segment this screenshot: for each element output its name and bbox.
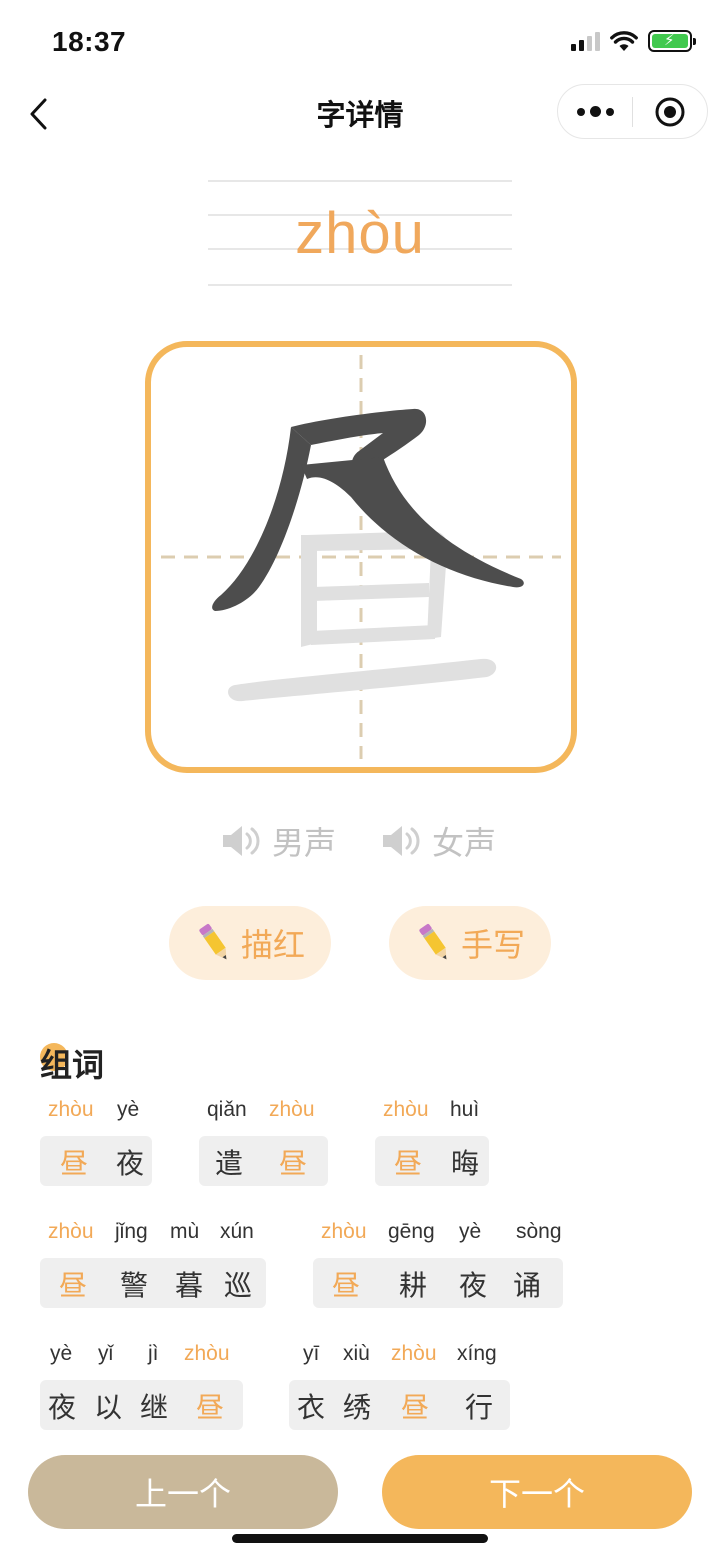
- word-pinyin: zhòu: [391, 1342, 437, 1365]
- word-pinyin: mù: [170, 1220, 200, 1243]
- word-character: 继: [140, 1391, 169, 1424]
- word-item[interactable]: zhòu huì 昼晦: [375, 1098, 489, 1188]
- word-item[interactable]: zhòu gēng yè sòng 昼 耕夜诵: [313, 1220, 563, 1310]
- status-time: 18:37: [52, 26, 127, 57]
- word-character: 昼: [401, 1391, 430, 1424]
- status-icons: ⚡: [571, 30, 696, 52]
- word-pinyin: yǐ: [98, 1342, 114, 1365]
- word-character: 昼: [279, 1147, 308, 1180]
- word-character: 行: [465, 1391, 494, 1424]
- trace-label: 描红: [240, 926, 305, 964]
- completed-strokes: [212, 408, 524, 611]
- word-character: 昼: [59, 1269, 88, 1302]
- word-character: 暮: [175, 1269, 204, 1302]
- close-button[interactable]: [633, 85, 707, 138]
- word-pinyin: huì: [450, 1098, 480, 1121]
- handwrite-button[interactable]: 手写: [389, 906, 551, 980]
- mini-program-capsule: [557, 84, 708, 139]
- word-character: 昼: [394, 1147, 423, 1180]
- character-strokes: [161, 355, 561, 759]
- female-voice-label: 女声: [432, 824, 497, 862]
- wifi-icon: [610, 31, 638, 51]
- word-character: 夜: [459, 1269, 488, 1302]
- word-item[interactable]: zhòu yè 昼夜: [40, 1098, 152, 1188]
- word-pinyin: zhòu: [383, 1098, 429, 1121]
- word-character: 夜: [48, 1391, 77, 1424]
- pencil-icon: [199, 923, 227, 960]
- word-character: 昼: [60, 1147, 89, 1180]
- word-pinyin: xún: [220, 1220, 254, 1243]
- female-voice-button[interactable]: 女声: [380, 818, 496, 864]
- word-item[interactable]: yè yǐ jì zhòu 夜以继昼: [40, 1342, 243, 1432]
- word-pinyin: xiù: [343, 1342, 370, 1365]
- word-pinyin: zhòu: [269, 1098, 315, 1121]
- target-close-icon: [655, 97, 685, 126]
- words-section-title: 组词: [40, 1040, 104, 1084]
- word-character: 诵: [513, 1269, 542, 1302]
- male-voice-button[interactable]: 男声: [220, 818, 336, 864]
- word-item[interactable]: yī xiù zhòu xíng 衣绣昼 行: [289, 1342, 510, 1432]
- word-pinyin: jǐng: [115, 1220, 148, 1243]
- speaker-icon: [223, 826, 260, 856]
- word-character: 巡: [224, 1269, 253, 1302]
- character-pinyin: zhòu: [295, 201, 425, 266]
- word-item[interactable]: zhòu jǐng mù xún 昼警暮巡: [40, 1220, 266, 1310]
- word-character: 耕: [399, 1269, 428, 1302]
- word-pinyin: yè: [50, 1342, 73, 1365]
- trace-button[interactable]: 描红: [169, 906, 331, 980]
- word-character: 夜: [116, 1147, 145, 1180]
- male-voice-label: 男声: [272, 824, 337, 862]
- word-character: 昼: [196, 1391, 225, 1424]
- next-button[interactable]: 下一个: [382, 1455, 692, 1529]
- signal-icon: [571, 31, 600, 51]
- word-pinyin: zhòu: [184, 1342, 230, 1365]
- word-pinyin: sòng: [516, 1220, 562, 1243]
- speaker-icon: [383, 826, 420, 856]
- word-pinyin: zhòu: [48, 1098, 94, 1121]
- battery-charging-icon: ⚡: [648, 30, 696, 52]
- word-pinyin: jì: [148, 1342, 159, 1365]
- pencil-icon: [419, 923, 447, 960]
- word-pinyin: zhòu: [48, 1220, 94, 1243]
- handwrite-label: 手写: [460, 926, 525, 964]
- word-pinyin: zhòu: [321, 1220, 367, 1243]
- word-pinyin: yè: [117, 1098, 140, 1121]
- word-pinyin: gēng: [388, 1220, 435, 1243]
- more-dots-icon: [576, 107, 585, 116]
- word-pinyin: xíng: [457, 1342, 497, 1365]
- word-character: 遣: [215, 1147, 244, 1180]
- character-stroke-grid[interactable]: [145, 341, 577, 773]
- word-character: 绣: [343, 1391, 372, 1424]
- word-character: 衣: [297, 1391, 326, 1424]
- word-character: 警: [120, 1269, 149, 1302]
- word-character: 晦: [451, 1147, 480, 1180]
- word-pinyin: yè: [459, 1220, 482, 1243]
- more-button[interactable]: [558, 85, 632, 138]
- previous-button[interactable]: 上一个: [28, 1455, 338, 1529]
- word-pinyin: yī: [303, 1342, 320, 1365]
- home-indicator: [232, 1534, 488, 1543]
- word-item[interactable]: qiǎn zhòu 遣 昼: [199, 1098, 328, 1188]
- word-character: 昼: [332, 1269, 361, 1302]
- word-pinyin: qiǎn: [207, 1098, 247, 1121]
- word-character: 以: [94, 1391, 123, 1424]
